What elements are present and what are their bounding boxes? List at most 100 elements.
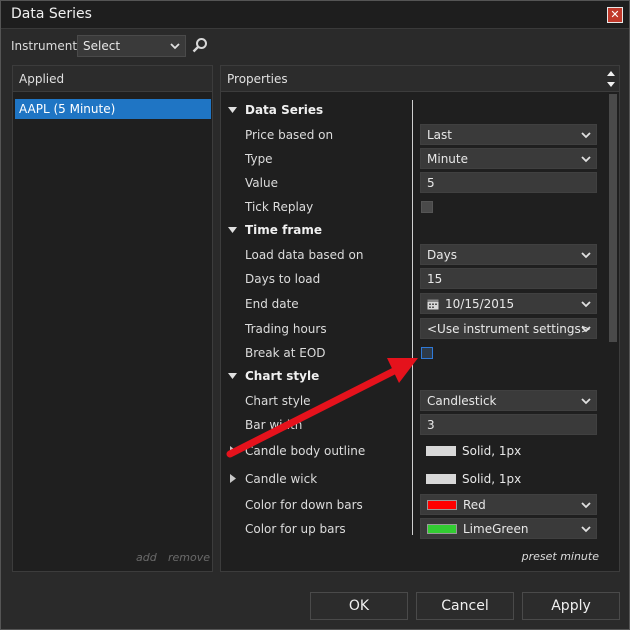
property-select[interactable]: <Use instrument settings> <box>420 318 597 339</box>
property-label: Type <box>245 152 273 166</box>
property-input[interactable]: 15 <box>420 268 597 289</box>
instrument-select-value: Select <box>83 39 121 53</box>
category-row[interactable]: Data Series <box>221 99 601 123</box>
instrument-row: Instrument Select <box>11 35 221 57</box>
property-row: Days to load 15 <box>221 267 601 291</box>
chevron-down-icon <box>581 301 591 308</box>
property-value[interactable]: Solid, 1px <box>462 472 521 486</box>
property-label: Color for down bars <box>245 498 363 512</box>
category-row[interactable]: Chart style <box>221 365 601 389</box>
chevron-down-icon <box>170 43 180 50</box>
property-label: Chart style <box>245 394 311 408</box>
chevron-down-icon <box>581 252 591 259</box>
category-label: Time frame <box>245 223 322 237</box>
properties-panel: Properties Data Series Price based on Last… <box>220 65 620 572</box>
search-icon[interactable] <box>192 37 208 53</box>
property-value: Last <box>427 128 452 142</box>
property-select[interactable]: Candlestick <box>420 390 597 411</box>
chevron-down-icon <box>581 502 591 509</box>
property-select[interactable]: Minute <box>420 148 597 169</box>
properties-header-label: Properties <box>227 72 288 86</box>
property-input[interactable]: 3 <box>420 414 597 435</box>
property-label: End date <box>245 297 299 311</box>
data-series-dialog: Data Series ✕ Instrument Select Applied … <box>0 0 630 630</box>
property-select[interactable]: Days <box>420 244 597 265</box>
property-row: Bar width 3 <box>221 413 601 437</box>
add-link[interactable]: add <box>136 551 157 564</box>
collapsed-triangle-icon[interactable] <box>230 446 236 455</box>
category-label: Data Series <box>245 103 324 117</box>
cancel-button[interactable]: Cancel <box>416 592 514 620</box>
chevron-down-icon <box>581 326 591 333</box>
property-label: Color for up bars <box>245 522 346 536</box>
property-value: 10/15/2015 <box>445 297 515 311</box>
property-value: <Use instrument settings> <box>427 322 591 336</box>
applied-header-label: Applied <box>19 72 65 86</box>
ok-button[interactable]: OK <box>310 592 408 620</box>
apply-button[interactable]: Apply <box>522 592 620 620</box>
date-picker[interactable]: 10/15/2015 <box>420 293 597 314</box>
applied-header: Applied <box>13 66 212 92</box>
color-swatch <box>427 500 457 510</box>
property-row: Color for up bars LimeGreen <box>221 517 601 541</box>
property-row: Price based on Last <box>221 123 601 147</box>
close-button[interactable]: ✕ <box>607 7 623 23</box>
chevron-down-icon <box>581 398 591 405</box>
properties-scrollbar[interactable] <box>608 94 618 564</box>
property-row: Chart style Candlestick <box>221 389 601 413</box>
property-value: Minute <box>427 152 468 166</box>
remove-link[interactable]: remove <box>168 551 210 564</box>
scrollbar-thumb[interactable] <box>609 94 617 342</box>
category-row[interactable]: Time frame <box>221 219 601 243</box>
properties-header: Properties <box>221 66 619 92</box>
property-row: Break at EOD <box>221 341 601 365</box>
close-icon: ✕ <box>610 8 620 21</box>
property-value: 5 <box>427 176 435 190</box>
property-label: Trading hours <box>245 322 327 336</box>
property-label: Value <box>245 176 278 190</box>
property-label: Days to load <box>245 272 321 286</box>
property-label: Candle wick <box>245 472 318 486</box>
instrument-label: Instrument <box>11 39 78 53</box>
applied-item-label: AAPL (5 Minute) <box>19 102 116 116</box>
color-select[interactable]: LimeGreen <box>420 518 597 539</box>
property-value: 15 <box>427 272 443 286</box>
instrument-select[interactable]: Select <box>77 35 186 57</box>
stroke-swatch[interactable] <box>426 446 456 456</box>
property-checkbox[interactable] <box>421 347 433 359</box>
expanded-triangle-icon[interactable] <box>228 227 237 233</box>
color-swatch <box>427 524 457 534</box>
title-bar: Data Series ✕ <box>1 1 629 29</box>
property-label: Price based on <box>245 128 334 142</box>
expanded-triangle-icon[interactable] <box>228 107 237 113</box>
expanded-triangle-icon[interactable] <box>228 373 237 379</box>
chevron-down-icon <box>581 132 591 139</box>
window-title: Data Series <box>11 6 92 22</box>
property-row: Trading hours <Use instrument settings> <box>221 317 601 341</box>
calendar-icon <box>427 299 439 310</box>
chevron-down-icon <box>581 526 591 533</box>
property-row: Tick Replay <box>221 195 601 219</box>
property-value[interactable]: Solid, 1px <box>462 444 521 458</box>
applied-list-item[interactable]: AAPL (5 Minute) <box>15 99 211 119</box>
property-label: Tick Replay <box>245 200 314 214</box>
stroke-swatch[interactable] <box>426 474 456 484</box>
property-label: Break at EOD <box>245 346 326 360</box>
property-row: Type Minute <box>221 147 601 171</box>
property-label: Load data based on <box>245 248 364 262</box>
property-value: 3 <box>427 418 435 432</box>
property-value: Red <box>463 498 486 512</box>
color-select[interactable]: Red <box>420 494 597 515</box>
property-select[interactable]: Last <box>420 124 597 145</box>
collapsed-triangle-icon[interactable] <box>230 474 236 483</box>
property-row: Candle wick Solid, 1px <box>221 467 601 491</box>
property-input[interactable]: 5 <box>420 172 597 193</box>
chevron-down-icon <box>581 156 591 163</box>
scroll-arrows-icon[interactable] <box>605 68 617 90</box>
property-label: Candle body outline <box>245 444 366 458</box>
property-value: Candlestick <box>427 394 497 408</box>
property-checkbox[interactable] <box>421 201 433 213</box>
property-value: LimeGreen <box>463 522 529 536</box>
preset-link[interactable]: preset minute <box>522 550 599 563</box>
property-row: Load data based on Days <box>221 243 601 267</box>
